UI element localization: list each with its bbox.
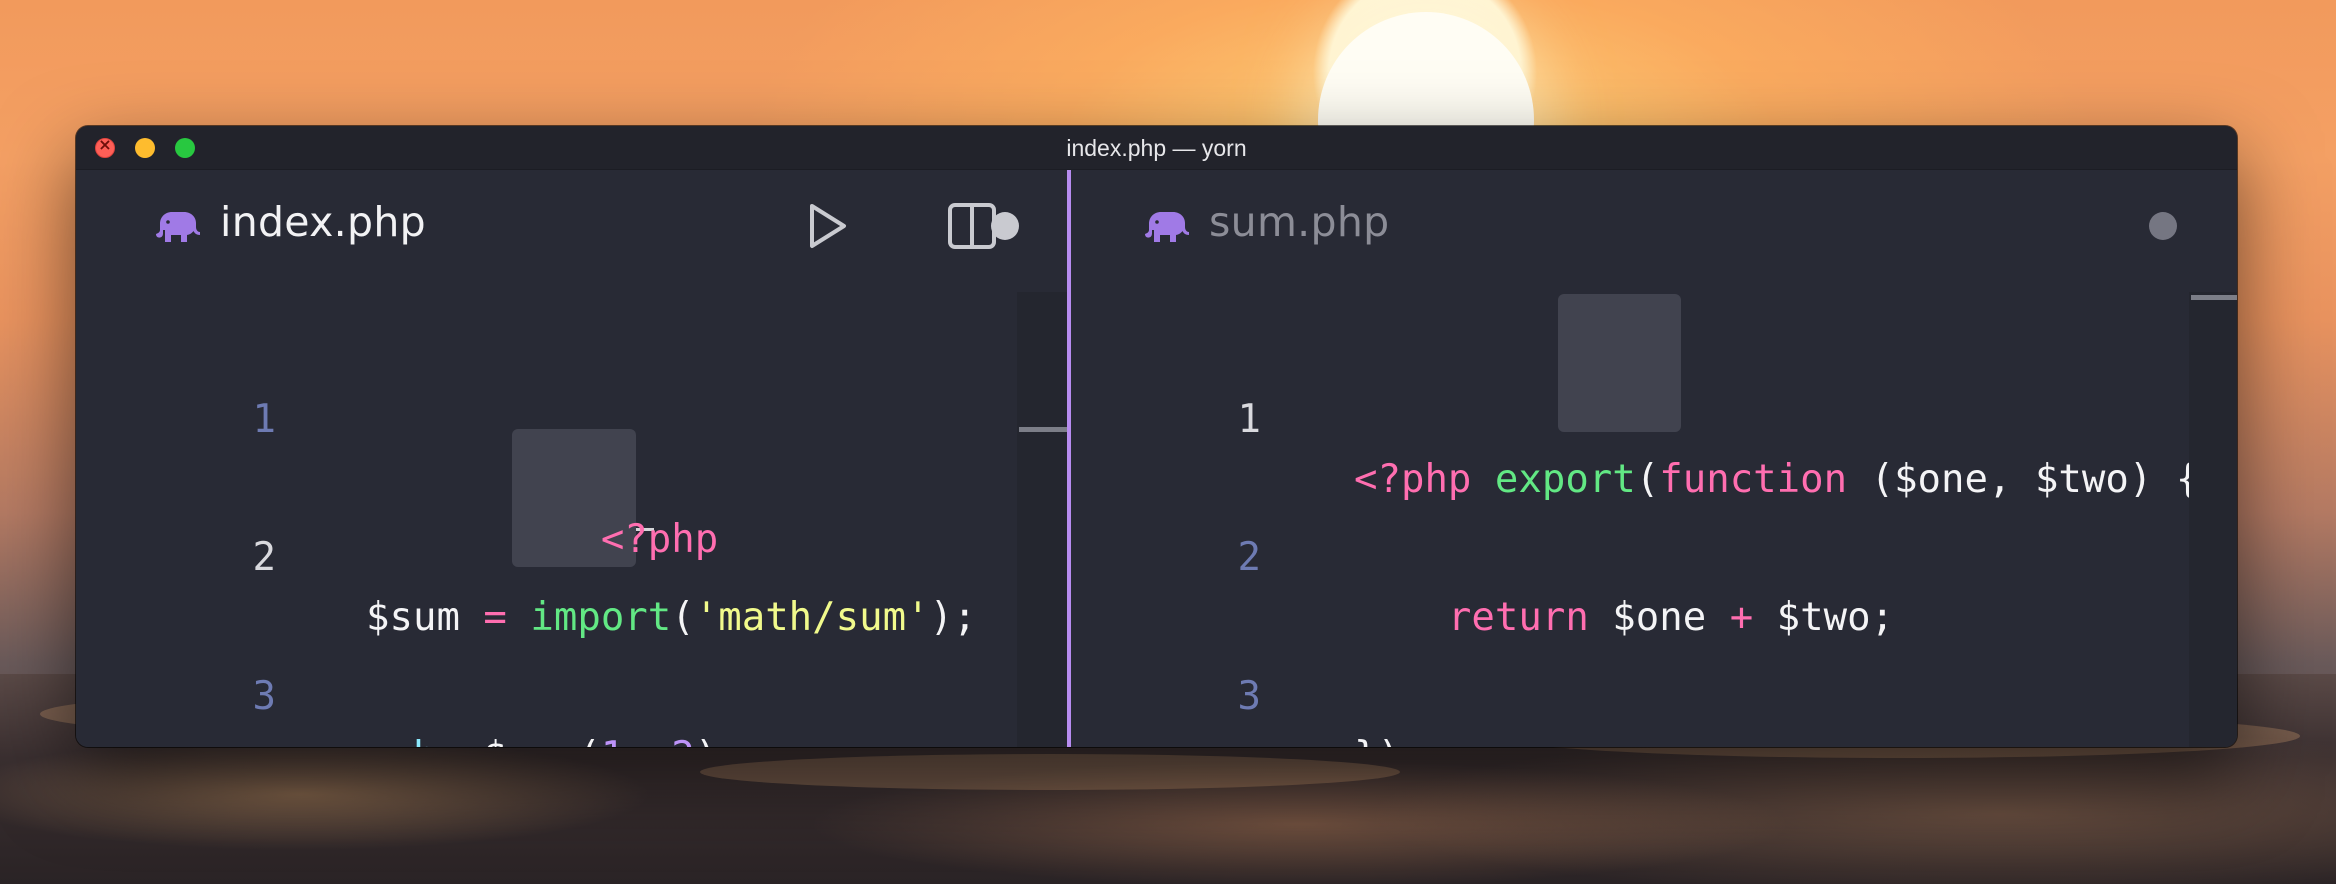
left-scrollbar[interactable] [1017, 292, 1067, 747]
php-elephant-icon [156, 212, 200, 242]
line-number: 1 [1237, 397, 1261, 442]
code-token: , [624, 734, 671, 747]
code-line: 1 <?php export(function ($one, $two) { [1071, 330, 2237, 502]
code-token: echo [366, 734, 483, 747]
code-line: 2 $sum = import('math/sum'); [76, 468, 1067, 640]
code-text: echo $sum(1, 2); [366, 727, 742, 747]
code-line: 3 }); [1071, 607, 2237, 747]
php-elephant-icon [1145, 212, 1189, 242]
line-number: 2 [1237, 535, 1261, 580]
tab-index-php[interactable]: index.php [76, 170, 1067, 292]
editor-window: index.php — yorn index.php [76, 126, 2237, 747]
code-token: ); [695, 734, 742, 747]
tab-sum-php[interactable]: sum.php [1071, 170, 2237, 292]
code-token: $sum( [483, 734, 600, 747]
line-number: 3 [252, 674, 276, 719]
right-code-area[interactable]: 1 <?php export(function ($one, $two) { 2… [1071, 292, 2237, 747]
line-number: 2 [252, 535, 276, 580]
code-line: 3 echo $sum(1, 2); [76, 607, 1067, 747]
code-line: 1 <?php [76, 330, 1067, 562]
tab-file-name: sum.php [1209, 198, 1390, 246]
unsaved-indicator-dot [991, 212, 1019, 240]
scrollbar-thumb[interactable] [2191, 295, 2237, 300]
code-line: 2 return $one + $two; [1071, 468, 2237, 640]
line-number: 3 [1237, 674, 1261, 719]
title-bar: index.php — yorn [76, 126, 2237, 170]
code-text: }); [1354, 727, 1424, 747]
tab-file-name: index.php [220, 198, 426, 246]
unsaved-indicator-dot [2149, 212, 2177, 240]
code-token: }); [1354, 734, 1424, 747]
left-code-area[interactable]: 1 <?php 2 $sum = import('math/sum'); 3 e… [76, 292, 1067, 747]
play-icon [810, 204, 846, 248]
right-editor-pane[interactable]: sum.php 1 <?php export(function ($one, $… [1071, 170, 2237, 747]
code-token: 2 [671, 734, 694, 747]
left-editor-pane[interactable]: index.php 1 <?php 2 $sum = import('math/… [76, 170, 1067, 747]
scrollbar-thumb[interactable] [1019, 427, 1067, 432]
line-number: 1 [252, 397, 276, 442]
right-scrollbar[interactable] [2189, 292, 2237, 747]
run-button[interactable] [800, 200, 852, 252]
code-token: 1 [601, 734, 624, 747]
window-title: index.php — yorn [1066, 135, 1247, 161]
